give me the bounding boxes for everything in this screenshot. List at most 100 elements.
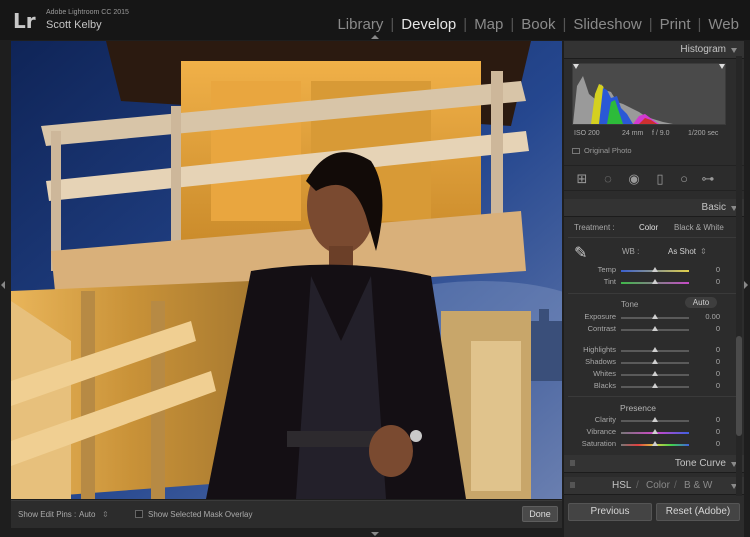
photo-preview[interactable] <box>11 41 562 499</box>
bw-tab[interactable]: B & W <box>684 480 712 491</box>
panel-switch-icon[interactable] <box>570 482 575 488</box>
scrollbar-thumb[interactable] <box>736 336 742 436</box>
slider-value[interactable]: 0 <box>690 357 720 366</box>
slider-thumb[interactable] <box>652 417 658 422</box>
basic-header[interactable]: Basic <box>564 199 744 217</box>
slider-value[interactable]: 0 <box>690 277 720 286</box>
slider-value[interactable]: 0.00 <box>690 312 720 321</box>
slider-label: Clarity <box>594 415 616 424</box>
top-bar: Lr Adobe Lightroom CC 2015 Scott Kelby L… <box>0 0 750 40</box>
left-panel-toggle-icon[interactable] <box>1 281 5 289</box>
shutter-value: 1/200 sec <box>688 130 719 137</box>
dropdown-arrows-icon[interactable]: ⇕ <box>700 247 707 256</box>
slider-thumb[interactable] <box>652 279 658 284</box>
slider-value[interactable]: 0 <box>690 415 720 424</box>
right-panel-toggle-icon[interactable] <box>744 281 748 289</box>
app-name: Adobe Lightroom CC 2015 <box>46 9 129 16</box>
slider-thumb[interactable] <box>652 326 658 331</box>
radial-filter-icon[interactable]: ○ <box>676 172 692 186</box>
auto-tone-button[interactable]: Auto <box>685 297 717 308</box>
slider-label: Highlights <box>583 345 616 354</box>
edit-pins-dropdown[interactable]: Auto <box>79 510 95 519</box>
slider-thumb[interactable] <box>652 359 658 364</box>
treatment-label: Treatment : <box>574 223 615 232</box>
wb-label: WB : <box>622 247 640 256</box>
slider-thumb[interactable] <box>652 429 658 434</box>
slider-value[interactable]: 0 <box>690 427 720 436</box>
red-eye-icon[interactable]: ◉ <box>626 172 642 186</box>
reset-button[interactable]: Reset (Adobe) <box>656 503 740 521</box>
basic-title: Basic <box>701 202 726 213</box>
original-photo-label: Original Photo <box>584 146 632 155</box>
slider-label: Saturation <box>581 439 616 448</box>
right-panel: Histogram ISO 200 24 mm f / 9.0 1/200 se… <box>564 41 744 537</box>
slider-thumb[interactable] <box>652 371 658 376</box>
module-picker: Library | Develop | Map | Book | Slidesh… <box>330 16 746 33</box>
module-print[interactable]: Print <box>653 16 698 33</box>
develop-toolbar: Show Edit Pins : Auto ⇕ Show Selected Ma… <box>11 500 562 528</box>
slider-label: Vibrance <box>586 427 616 436</box>
treatment-bw-option[interactable]: Black & White <box>674 223 724 232</box>
slider-value[interactable]: 0 <box>690 324 720 333</box>
slider-thumb[interactable] <box>652 314 658 319</box>
slider-label: Shadows <box>585 357 616 366</box>
hsl-header[interactable]: HSL / Color / B & W <box>564 477 744 495</box>
color-tab[interactable]: Color <box>646 480 670 491</box>
slider-thumb[interactable] <box>652 441 658 446</box>
wb-eyedropper-icon[interactable]: ✎ <box>574 243 587 263</box>
slider-thumb[interactable] <box>652 383 658 388</box>
module-library[interactable]: Library <box>330 16 390 33</box>
original-photo-checkbox[interactable] <box>572 148 580 155</box>
graduated-filter-icon[interactable]: ▯ <box>652 172 668 186</box>
color-separator: / <box>674 480 677 491</box>
panel-switch-icon[interactable] <box>570 460 575 466</box>
slider-value[interactable]: 0 <box>690 381 720 390</box>
tone-label: Tone <box>621 300 639 309</box>
module-develop[interactable]: Develop <box>394 16 463 33</box>
wb-dropdown[interactable]: As Shot <box>668 247 696 256</box>
user-name: Scott Kelby <box>46 19 102 31</box>
module-book[interactable]: Book <box>514 16 562 33</box>
module-slideshow[interactable]: Slideshow <box>566 16 648 33</box>
slider-value[interactable]: 0 <box>690 439 720 448</box>
histogram-svg <box>573 64 725 124</box>
presence-label: Presence <box>620 403 656 413</box>
lightroom-logo: Lr <box>13 9 36 33</box>
slider-label: Tint <box>603 277 616 286</box>
crop-overlay-icon[interactable]: ⊞ <box>574 172 590 186</box>
slider-label: Exposure <box>584 312 616 321</box>
edit-pins-label: Show Edit Pins : <box>18 510 77 519</box>
photo-image <box>11 41 562 499</box>
filmstrip-toggle-icon[interactable] <box>371 532 379 536</box>
collapse-triangle-icon[interactable] <box>731 48 737 53</box>
adjustment-brush-icon[interactable]: ⊶ <box>700 172 716 186</box>
tone-curve-header[interactable]: Tone Curve <box>564 455 744 473</box>
hsl-separator: / <box>636 480 639 491</box>
slider-value[interactable]: 0 <box>690 265 720 274</box>
slider-value[interactable]: 0 <box>690 345 720 354</box>
spot-removal-icon[interactable]: ◌ <box>600 172 616 186</box>
top-panel-toggle-icon[interactable] <box>371 35 379 39</box>
slider-label: Contrast <box>587 324 616 333</box>
slider-thumb[interactable] <box>652 347 658 352</box>
module-web[interactable]: Web <box>701 16 746 33</box>
previous-button[interactable]: Previous <box>568 503 652 521</box>
histogram-graph[interactable] <box>572 63 726 125</box>
original-photo-toggle[interactable]: Original Photo <box>572 146 632 155</box>
module-map[interactable]: Map <box>467 16 510 33</box>
slider-value[interactable]: 0 <box>690 369 720 378</box>
histogram-header[interactable]: Histogram <box>564 41 744 59</box>
slider-label: Blacks <box>593 381 616 390</box>
hsl-tab[interactable]: HSL <box>612 480 631 491</box>
slider-thumb[interactable] <box>652 267 658 272</box>
mask-overlay-label: Show Selected Mask Overlay <box>148 510 253 519</box>
panel-scrollbar[interactable] <box>736 56 742 496</box>
done-button[interactable]: Done <box>522 506 558 522</box>
iso-value: ISO 200 <box>574 130 600 137</box>
aperture-value: f / 9.0 <box>652 130 670 137</box>
tone-curve-title: Tone Curve <box>674 458 726 469</box>
treatment-color-option[interactable]: Color <box>639 223 658 232</box>
mask-overlay-checkbox[interactable] <box>135 510 143 518</box>
slider-label: Temp <box>597 265 616 274</box>
dropdown-arrows-icon[interactable]: ⇕ <box>102 510 109 519</box>
